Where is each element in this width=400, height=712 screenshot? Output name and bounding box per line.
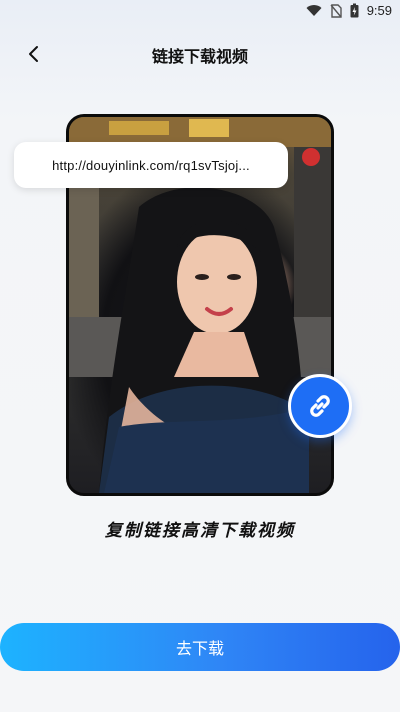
feature-caption: 复制链接高清下载视频 <box>105 521 295 541</box>
status-time: 9:59 <box>366 3 392 18</box>
battery-charging-icon <box>350 3 359 18</box>
link-icon <box>310 395 330 417</box>
no-sim-icon <box>330 3 342 18</box>
status-bar: 9:59 <box>0 0 400 24</box>
status-icons: 9:59 <box>306 3 392 18</box>
link-badge <box>288 374 352 438</box>
download-button[interactable]: 去下载 <box>0 623 400 671</box>
link-text-field: http://douyinlink.com/rq1svTsjoj... <box>14 142 288 188</box>
link-text: http://douyinlink.com/rq1svTsjoj... <box>52 157 250 173</box>
download-button-label: 去下载 <box>175 639 224 658</box>
header: 链接下载视频 <box>0 36 400 70</box>
page-title: 链接下载视频 <box>151 47 248 66</box>
wifi-icon <box>306 4 322 16</box>
